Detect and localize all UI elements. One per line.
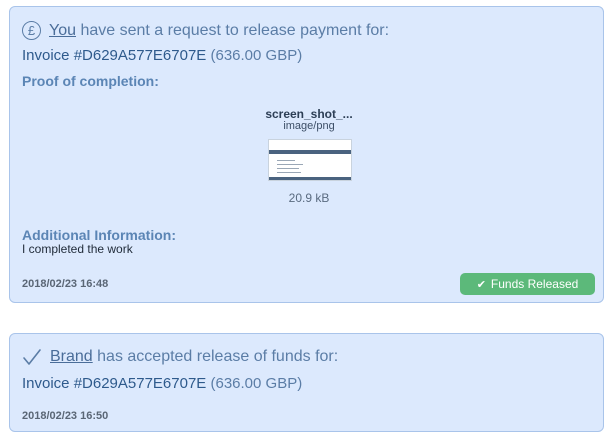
timestamp: 2018/02/23 16:48 (22, 278, 109, 290)
additional-info-text: I completed the work (22, 242, 133, 256)
invoice-amount: (636.00 GBP) (206, 47, 303, 64)
invoice-line: Invoice #D629A577E6707E (636.00 GBP) (22, 47, 302, 64)
user-link[interactable]: You (49, 22, 76, 40)
funds-accepted-card: Brand has accepted release of funds for:… (9, 333, 604, 432)
badge-label: Funds Released (490, 277, 579, 291)
proof-label: Proof of completion: (22, 73, 159, 89)
file-type: image/png (283, 120, 335, 132)
checkmark-icon (23, 349, 41, 365)
pound-icon: £ (22, 21, 41, 40)
timestamp: 2018/02/23 16:50 (22, 410, 109, 422)
file-name[interactable]: screen_shot_... (244, 107, 374, 121)
header-text: has accepted release of funds for: (92, 348, 339, 365)
invoice-number[interactable]: Invoice #D629A577E6707E (22, 375, 206, 392)
card-header: Brand has accepted release of funds for: (22, 348, 338, 366)
file-thumbnail[interactable] (268, 139, 352, 181)
invoice-amount: (636.00 GBP) (206, 375, 303, 392)
invoice-number[interactable]: Invoice #D629A577E6707E (22, 47, 206, 64)
file-size: 20.9 kB (288, 191, 330, 205)
payment-request-card: £ You have sent a request to release pay… (9, 6, 604, 303)
check-icon: ✔ (476, 278, 486, 291)
invoice-line: Invoice #D629A577E6707E (636.00 GBP) (22, 375, 302, 392)
funds-released-badge: ✔ Funds Released (460, 273, 595, 295)
brand-link[interactable]: Brand (50, 348, 93, 366)
card-header: £ You have sent a request to release pay… (22, 21, 389, 40)
header-text: have sent a request to release payment f… (76, 21, 390, 39)
additional-info-label: Additional Information: (22, 227, 176, 243)
